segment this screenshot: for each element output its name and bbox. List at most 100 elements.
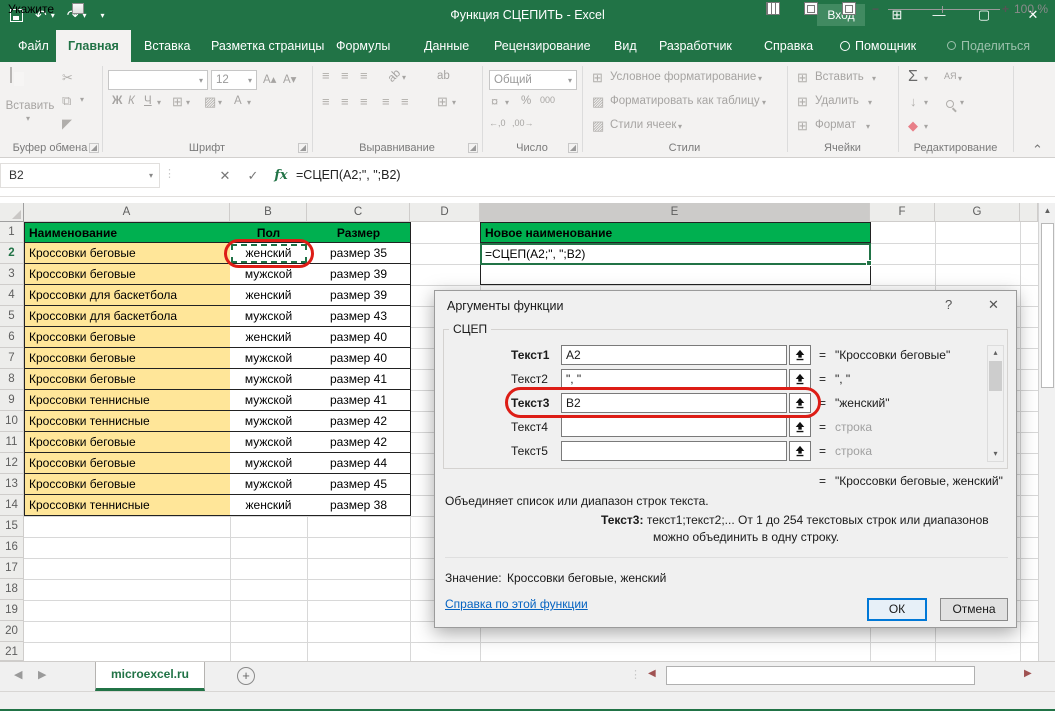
cell-C12[interactable]: размер 44 — [307, 453, 411, 474]
row-header-1[interactable]: 1 — [0, 222, 24, 243]
column-header-A[interactable]: A — [24, 203, 230, 222]
tab-page-layout[interactable]: Разметка страницы — [199, 30, 336, 62]
increase-decimal-icon[interactable]: ←,0 — [489, 118, 506, 128]
cell-B10[interactable]: мужской — [230, 411, 308, 432]
cell-B4[interactable]: женский — [230, 285, 308, 306]
zoom-out-icon[interactable]: − — [872, 0, 879, 18]
cell-C8[interactable]: размер 41 — [307, 369, 411, 390]
delete-cells-button[interactable]: Удалить — [815, 95, 859, 107]
row-header-12[interactable]: 12 — [0, 453, 24, 474]
cell-C10[interactable]: размер 42 — [307, 411, 411, 432]
align-middle-icon[interactable]: ≡ — [341, 68, 349, 83]
row-header-11[interactable]: 11 — [0, 432, 24, 453]
dialog-help-icon[interactable]: ? — [945, 297, 952, 312]
cell-A10[interactable]: Кроссовки теннисные — [24, 411, 231, 432]
tab-developer[interactable]: Разработчик — [647, 30, 744, 62]
hscroll-right-icon[interactable]: ▶ — [1024, 668, 1032, 679]
zoom-slider-tick[interactable] — [942, 6, 943, 13]
vertical-scrollbar[interactable]: ▲ — [1038, 203, 1055, 661]
row-header-4[interactable]: 4 — [0, 285, 24, 306]
underline-dropdown-icon[interactable]: ▾ — [157, 98, 161, 107]
column-header-G[interactable]: G — [935, 203, 1020, 222]
cell-B5[interactable]: мужской — [230, 306, 308, 327]
cs-dropdown-icon[interactable]: ▾ — [678, 122, 682, 131]
fill-handle[interactable] — [866, 260, 872, 266]
cell-A11[interactable]: Кроссовки беговые — [24, 432, 231, 453]
cell-C5[interactable]: размер 43 — [307, 306, 411, 327]
sheet-next-icon[interactable]: ▶ — [38, 668, 46, 681]
cell-C4[interactable]: размер 39 — [307, 285, 411, 306]
cell-B12[interactable]: мужской — [230, 453, 308, 474]
grow-font-icon[interactable]: А▴ — [263, 72, 276, 86]
shrink-font-icon[interactable]: А▾ — [283, 72, 296, 86]
number-dialog-launcher[interactable]: ◢ — [568, 143, 578, 153]
tab-formulas[interactable]: Формулы — [324, 30, 402, 62]
font-size-combobox[interactable]: 12▾ — [211, 70, 257, 90]
font-name-combobox[interactable]: ▾ — [108, 70, 208, 90]
clipboard-dialog-launcher[interactable]: ◢ — [89, 143, 99, 153]
clear-dropdown-icon[interactable]: ▾ — [924, 122, 928, 131]
borders-dropdown-icon[interactable]: ▾ — [186, 98, 190, 107]
underline-button[interactable]: Ч — [144, 95, 152, 107]
row-header-7[interactable]: 7 — [0, 348, 24, 369]
tab-home[interactable]: Главная — [56, 30, 131, 62]
find-dropdown-icon[interactable]: ▾ — [960, 98, 964, 107]
sort-dropdown-icon[interactable]: ▾ — [958, 74, 962, 83]
текст1-collapse-button[interactable] — [789, 345, 811, 365]
new-sheet-button[interactable]: + — [237, 667, 255, 685]
accounting-dropdown-icon[interactable]: ▾ — [505, 98, 509, 107]
decrease-indent-icon[interactable]: ≡ — [382, 94, 390, 109]
cell-C9[interactable]: размер 41 — [307, 390, 411, 411]
row-header-16[interactable]: 16 — [0, 537, 24, 558]
name-box[interactable]: B2▾ — [0, 163, 160, 188]
tab-insert[interactable]: Вставка — [132, 30, 202, 62]
orientation-icon[interactable]: ab — [386, 67, 404, 85]
cell-C14[interactable]: размер 38 — [307, 495, 411, 516]
delete-cells-icon[interactable]: ⊞ — [797, 94, 808, 110]
column-header-extra[interactable] — [1020, 203, 1038, 222]
fat-dropdown-icon[interactable]: ▾ — [762, 98, 766, 107]
cf-dropdown-icon[interactable]: ▾ — [758, 74, 762, 83]
cancel-button[interactable]: Отмена — [940, 598, 1008, 621]
row-header-20[interactable]: 20 — [0, 621, 24, 642]
dialog-scroll-thumb[interactable] — [989, 361, 1002, 391]
find-select-icon[interactable] — [946, 97, 954, 111]
cell-B6[interactable]: женский — [230, 327, 308, 348]
conditional-formatting-button[interactable]: Условное форматирование — [610, 71, 756, 83]
cell-B3[interactable]: мужской — [230, 264, 308, 285]
cell-B7[interactable]: мужской — [230, 348, 308, 369]
row-header-2[interactable]: 2 — [0, 243, 24, 264]
paste-dropdown-icon[interactable]: ▾ — [26, 114, 30, 123]
maximize-button[interactable]: ▢ — [967, 0, 1001, 30]
dialog-scroll-down-icon[interactable]: ▾ — [988, 447, 1003, 461]
font-color-icon[interactable]: А — [234, 95, 242, 107]
cell-A14[interactable]: Кроссовки теннисные — [24, 495, 231, 516]
dialog-scrollbar[interactable]: ▴ ▾ — [987, 345, 1004, 462]
row-header-18[interactable]: 18 — [0, 579, 24, 600]
enter-entry-icon[interactable]: ✓ — [240, 163, 266, 188]
borders-icon[interactable]: ⊞ — [172, 94, 183, 110]
cell-C11[interactable]: размер 42 — [307, 432, 411, 453]
cut-icon[interactable]: ✂ — [62, 70, 73, 86]
fill-down-icon[interactable]: ↓ — [910, 94, 917, 109]
текст2-input[interactable]: ", " — [561, 369, 787, 389]
tab-view[interactable]: Вид — [602, 30, 649, 62]
cell-styles-button[interactable]: Стили ячеек — [610, 119, 676, 131]
column-header-E[interactable]: E — [480, 203, 870, 222]
cell-A6[interactable]: Кроссовки беговые — [24, 327, 231, 348]
row-header-15[interactable]: 15 — [0, 516, 24, 537]
sheet-prev-icon[interactable]: ◀ — [14, 668, 22, 681]
cell-A9[interactable]: Кроссовки теннисные — [24, 390, 231, 411]
row-header-6[interactable]: 6 — [0, 327, 24, 348]
cell-B8[interactable]: мужской — [230, 369, 308, 390]
conditional-formatting-icon[interactable]: ⊞ — [592, 70, 603, 86]
tab-assistant[interactable]: Помощник — [828, 30, 928, 62]
page-break-view-icon[interactable] — [842, 2, 856, 15]
fill-color-icon[interactable]: ▨ — [204, 94, 216, 110]
row-header-9[interactable]: 9 — [0, 390, 24, 411]
cell-C6[interactable]: размер 40 — [307, 327, 411, 348]
collapse-ribbon-icon[interactable]: ⌃ — [1032, 142, 1043, 158]
cancel-entry-icon[interactable]: ✕ — [212, 163, 238, 188]
autosum-icon[interactable]: Σ — [908, 68, 918, 86]
column-header-B[interactable]: B — [230, 203, 307, 222]
